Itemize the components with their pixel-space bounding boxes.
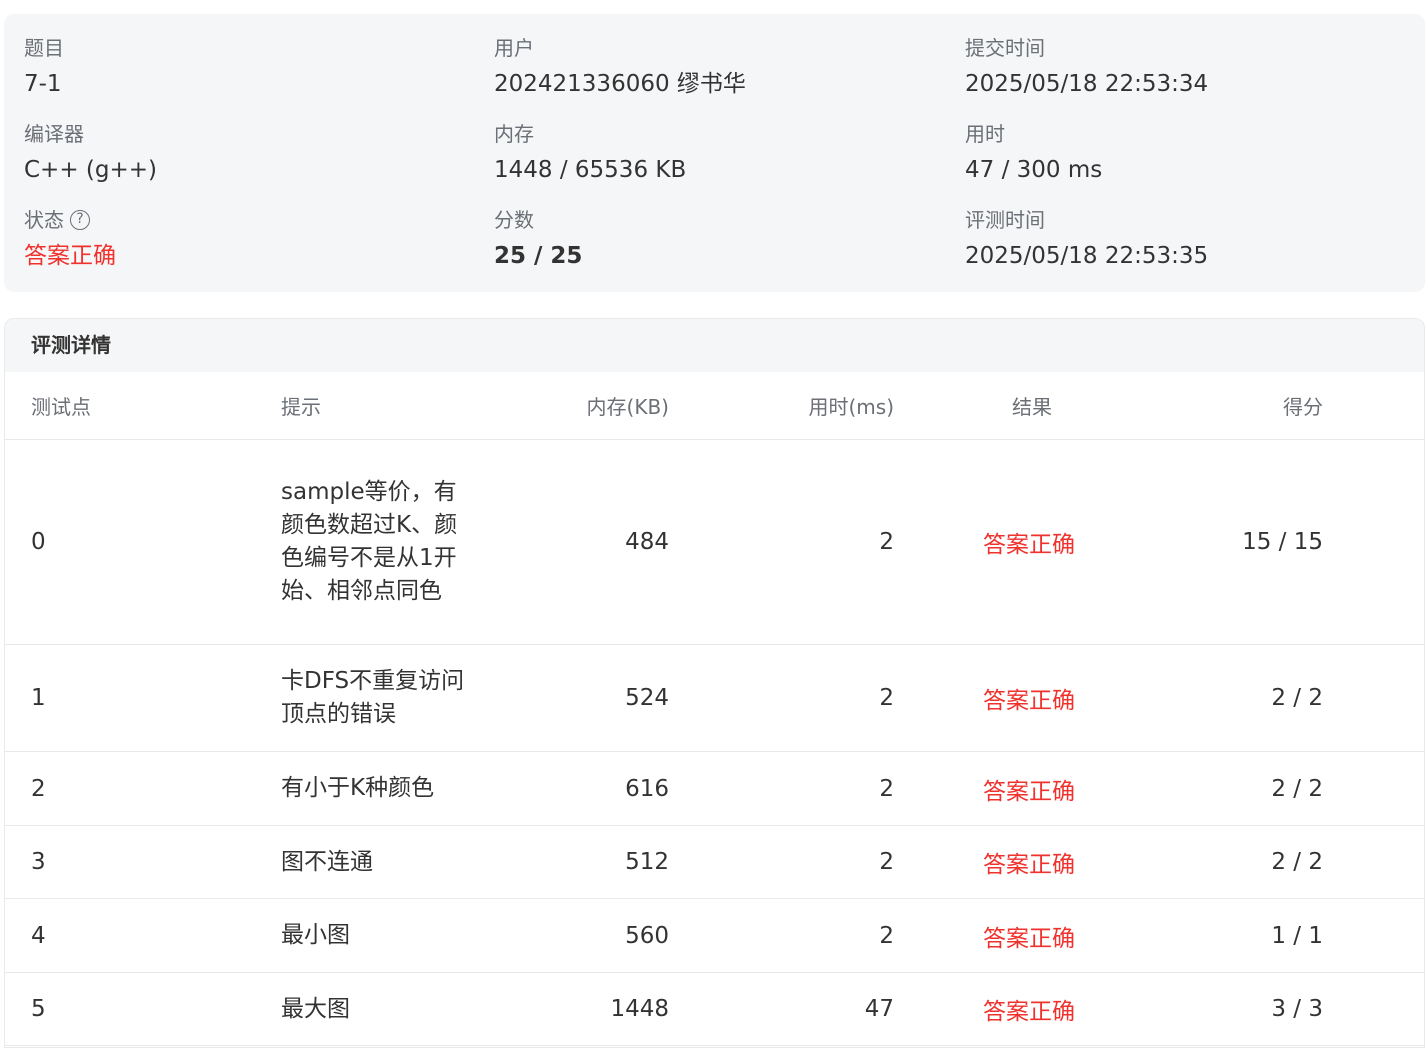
table-row: 5 最大图 1448 47 答案正确 3 / 3: [5, 972, 1424, 1046]
cell-memory: 524: [469, 644, 669, 752]
memory-value: 1448 / 65536 KB: [494, 157, 687, 183]
cell-memory: 1448: [469, 972, 669, 1046]
submission-summary: 题目 7-1 用户 202421336060 缪书华 提交时间 2025/05/…: [4, 14, 1425, 292]
cell-id: 4: [5, 898, 253, 973]
cell-memory: 512: [469, 825, 669, 899]
help-icon[interactable]: ?: [70, 210, 90, 230]
user-field: 用户 202421336060 缪书华: [494, 34, 746, 100]
cell-memory: 560: [469, 898, 669, 973]
status-value: 答案正确: [24, 243, 116, 269]
detail-title: 评测详情: [5, 319, 1424, 372]
cell-memory: 484: [469, 439, 669, 645]
cell-result: 答案正确: [894, 825, 1202, 899]
score-label: 分数: [494, 208, 534, 232]
problem-label: 题目: [24, 36, 64, 60]
cell-result: 答案正确: [894, 751, 1202, 826]
col-header-time: 用时(ms): [669, 372, 894, 440]
cell-hint: 有小于K种颜色: [253, 751, 469, 826]
cell-time: 47: [669, 972, 894, 1046]
cell-result: 答案正确: [894, 898, 1202, 973]
col-header-memory: 内存(KB): [469, 372, 669, 440]
cell-time: 2: [669, 751, 894, 826]
table-row: 1 卡DFS不重复访问顶点的错误 524 2 答案正确 2 / 2: [5, 644, 1424, 752]
cell-result: 答案正确: [894, 644, 1202, 752]
cell-hint: 最小图: [253, 898, 469, 973]
cell-score: 3 / 3: [1202, 972, 1424, 1046]
cell-score: 2 / 2: [1202, 751, 1424, 826]
table-header-row: 测试点 提示 内存(KB) 用时(ms) 结果 得分: [5, 372, 1424, 440]
cell-id: 3: [5, 825, 253, 899]
table-row: 0 sample等价，有颜色数超过K、颜色编号不是从1开始、相邻点同色 484 …: [5, 439, 1424, 645]
score-field: 分数 25 / 25: [494, 206, 582, 272]
status-field: 状态 ? 答案正确: [24, 206, 116, 272]
judge-time-value: 2025/05/18 22:53:35: [965, 243, 1209, 269]
cell-hint: 图不连通: [253, 825, 469, 899]
cell-hint: sample等价，有颜色数超过K、颜色编号不是从1开始、相邻点同色: [253, 439, 469, 645]
cell-time: 2: [669, 825, 894, 899]
user-label: 用户: [494, 36, 534, 60]
time-used-value: 47 / 300 ms: [965, 157, 1103, 183]
cell-id: 0: [5, 439, 253, 645]
cell-result: 答案正确: [894, 972, 1202, 1046]
col-header-score: 得分: [1202, 372, 1424, 440]
time-used-field: 用时 47 / 300 ms: [965, 120, 1102, 186]
col-header-result: 结果: [894, 372, 1202, 440]
cell-result: 答案正确: [894, 439, 1202, 645]
testcase-table: 测试点 提示 内存(KB) 用时(ms) 结果 得分 0 sample等价，有颜…: [5, 372, 1424, 1046]
cell-id: 5: [5, 972, 253, 1046]
cell-id: 2: [5, 751, 253, 826]
table-row: 2 有小于K种颜色 616 2 答案正确 2 / 2: [5, 751, 1424, 826]
submit-time-value: 2025/05/18 22:53:34: [965, 71, 1209, 97]
cell-score: 1 / 1: [1202, 898, 1424, 973]
judge-time-field: 评测时间 2025/05/18 22:53:35: [965, 206, 1208, 272]
time-used-label: 用时: [965, 122, 1005, 146]
cell-id: 1: [5, 644, 253, 752]
compiler-label: 编译器: [24, 122, 84, 146]
status-label-row: 状态 ?: [24, 206, 116, 234]
compiler-field: 编译器 C++ (g++): [24, 120, 157, 186]
memory-field: 内存 1448 / 65536 KB: [494, 120, 686, 186]
status-label: 状态: [24, 208, 64, 232]
score-value: 25 / 25: [494, 243, 583, 269]
judge-detail-panel: 评测详情 测试点 提示 内存(KB) 用时(ms) 结果 得分 0 sample…: [4, 318, 1425, 1048]
cell-hint: 最大图: [253, 972, 469, 1046]
submit-time-label: 提交时间: [965, 36, 1045, 60]
problem-field: 题目 7-1: [24, 34, 64, 100]
problem-value[interactable]: 7-1: [24, 68, 64, 100]
submit-time-field: 提交时间 2025/05/18 22:53:34: [965, 34, 1208, 100]
cell-time: 2: [669, 898, 894, 973]
table-row: 3 图不连通 512 2 答案正确 2 / 2: [5, 825, 1424, 899]
cell-memory: 616: [469, 751, 669, 826]
cell-score: 2 / 2: [1202, 825, 1424, 899]
cell-hint: 卡DFS不重复访问顶点的错误: [253, 644, 469, 752]
table-row: 4 最小图 560 2 答案正确 1 / 1: [5, 898, 1424, 973]
compiler-value: C++ (g++): [24, 157, 158, 183]
cell-score: 15 / 15: [1202, 439, 1424, 645]
memory-label: 内存: [494, 122, 534, 146]
col-header-id: 测试点: [5, 372, 253, 440]
cell-score: 2 / 2: [1202, 644, 1424, 752]
cell-time: 2: [669, 439, 894, 645]
cell-time: 2: [669, 644, 894, 752]
col-header-hint: 提示: [253, 372, 469, 440]
judge-time-label: 评测时间: [965, 208, 1045, 232]
user-value: 202421336060 缪书华: [494, 71, 746, 97]
